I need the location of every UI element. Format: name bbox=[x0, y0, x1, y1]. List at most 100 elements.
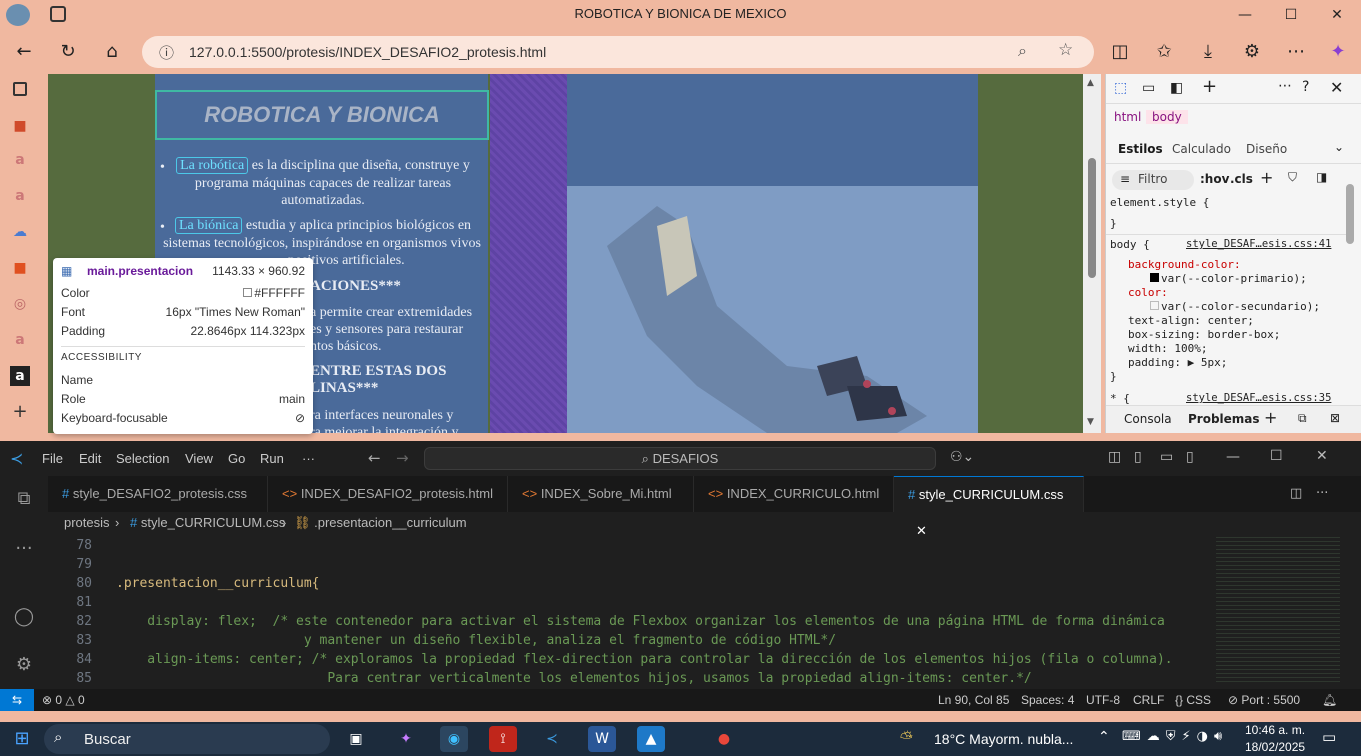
tab-style-desafio2[interactable]: # style_DESAFIO2_protesis.css bbox=[48, 476, 268, 512]
more-icon[interactable]: ⋯ bbox=[1282, 38, 1310, 66]
console-tab[interactable]: Consola bbox=[1124, 412, 1172, 426]
cls-toggle[interactable]: .cls bbox=[1230, 172, 1253, 186]
color-swatch-black[interactable] bbox=[1150, 273, 1159, 282]
code-editor[interactable]: 78 79 80 81 82 83 84 85 .presentacion__c… bbox=[48, 534, 1361, 685]
page-scrollbar[interactable]: ▲ ▼ bbox=[1083, 74, 1101, 433]
scroll-down-icon[interactable]: ▼ bbox=[1087, 417, 1094, 427]
url-text[interactable]: 127.0.0.1:5500/protesis/INDEX_DESAFIO2_p… bbox=[189, 44, 546, 60]
taskbar-search[interactable]: ⌕ Buscar bbox=[44, 724, 330, 754]
address-bar[interactable]: ⓘ 127.0.0.1:5500/protesis/INDEX_DESAFIO2… bbox=[142, 36, 1094, 68]
word-icon[interactable]: W bbox=[588, 726, 616, 752]
close-drawer-icon[interactable]: ⊠ bbox=[1330, 411, 1340, 425]
indentation[interactable]: Spaces: 4 bbox=[1021, 693, 1074, 707]
clock-time[interactable]: 10:46 a. m. bbox=[1245, 723, 1305, 737]
menu-file[interactable]: File bbox=[42, 451, 63, 466]
nav-back-icon[interactable]: ← bbox=[368, 449, 381, 467]
copilot-app-icon[interactable]: ✦ bbox=[392, 726, 420, 752]
add-rule-icon[interactable]: + bbox=[1260, 168, 1273, 187]
breadcrumb-folder[interactable]: protesis bbox=[64, 515, 110, 530]
toggle-panel-icon[interactable]: ▭ bbox=[1160, 449, 1173, 465]
clock-date[interactable]: 18/02/2025 bbox=[1245, 740, 1305, 754]
minimize-button[interactable]: — bbox=[1222, 0, 1268, 30]
office-icon[interactable]: ■ bbox=[10, 258, 30, 278]
downloads-icon[interactable]: ⤓ bbox=[1194, 38, 1222, 66]
amazon-dark-icon[interactable]: a bbox=[10, 366, 30, 386]
circle-app-icon[interactable]: ◎ bbox=[10, 294, 30, 314]
robotics-link[interactable]: La robótica bbox=[176, 157, 249, 174]
more-actions-icon[interactable]: ··· bbox=[1316, 486, 1328, 501]
add-panel-icon[interactable]: + bbox=[1202, 76, 1217, 97]
devtools-icon[interactable]: ⚙ bbox=[1238, 38, 1266, 66]
tab-actions-icon[interactable] bbox=[13, 82, 27, 96]
copilot-icon[interactable]: ✦ bbox=[1324, 38, 1352, 66]
body-source-link[interactable]: style_DESAF…esis.css:41 bbox=[1186, 238, 1331, 250]
scroll-thumb[interactable] bbox=[1088, 158, 1096, 278]
cloud-icon[interactable]: ☁ bbox=[10, 222, 30, 242]
add-icon[interactable]: + bbox=[10, 402, 30, 422]
amazon-icon[interactable]: a bbox=[10, 330, 30, 350]
menu-more[interactable]: ··· bbox=[302, 451, 315, 466]
maximize-button[interactable]: ☐ bbox=[1268, 0, 1314, 30]
close-button[interactable]: ✕ bbox=[1314, 0, 1360, 30]
menu-edit[interactable]: Edit bbox=[79, 451, 101, 466]
favorite-icon[interactable]: ☆ bbox=[1058, 40, 1073, 60]
panel-icon[interactable]: ◧ bbox=[1170, 80, 1183, 96]
zoom-icon[interactable]: ⌕ bbox=[1018, 41, 1027, 61]
more-views-icon[interactable]: ··· bbox=[12, 538, 36, 562]
tab-index-desafio2[interactable]: <> INDEX_DESAFIO2_protesis.html bbox=[268, 476, 508, 512]
chrome-icon[interactable]: ● bbox=[710, 726, 738, 752]
cursor-position[interactable]: Ln 90, Col 85 bbox=[938, 693, 1009, 707]
amazon-icon[interactable]: a bbox=[10, 186, 30, 206]
inspect-icon[interactable]: ⬚ bbox=[1114, 80, 1127, 96]
live-server-port[interactable]: ⊘ Port : 5500 bbox=[1228, 693, 1300, 707]
menu-run[interactable]: Run bbox=[260, 451, 284, 466]
hov-toggle[interactable]: :hov bbox=[1200, 172, 1229, 186]
close-button[interactable]: ✕ bbox=[1316, 448, 1328, 464]
menu-view[interactable]: View bbox=[185, 451, 213, 466]
notifications-icon[interactable]: 🔔︎ bbox=[1322, 693, 1337, 707]
tab-index-curriculo[interactable]: <> INDEX_CURRICULO.html bbox=[694, 476, 894, 512]
minimize-button[interactable]: — bbox=[1226, 449, 1240, 465]
weather-icon[interactable]: ⛅︎ bbox=[900, 728, 913, 748]
notification-center-icon[interactable]: ▭ bbox=[1322, 728, 1336, 746]
color-swatch-white[interactable] bbox=[1150, 301, 1159, 310]
breadcrumb-file[interactable]: # style_CURRICULUM.css bbox=[130, 515, 285, 530]
scroll-up-icon[interactable]: ▲ bbox=[1087, 78, 1094, 88]
start-icon[interactable]: ⊞ bbox=[8, 726, 36, 752]
tray-icons[interactable]: ⌨☁⛨⚡◑🔊︎ bbox=[1122, 729, 1228, 744]
sidebar-toggle-icon[interactable]: ◨ bbox=[1316, 170, 1327, 184]
remote-icon[interactable]: ⇆ bbox=[0, 689, 34, 711]
amazon-icon[interactable]: a bbox=[10, 150, 30, 170]
problems-tab[interactable]: Problemas bbox=[1188, 412, 1260, 426]
command-center-search[interactable]: ⌕ DESAFIOS bbox=[424, 447, 936, 470]
close-devtools-icon[interactable]: ✕ bbox=[1330, 78, 1343, 97]
bionics-link[interactable]: La biónica bbox=[174, 217, 243, 234]
toggle-sidebar-icon[interactable]: ▯ bbox=[1134, 449, 1142, 465]
crumb-body[interactable]: body bbox=[1146, 110, 1188, 124]
tab-computed[interactable]: Calculado bbox=[1172, 142, 1231, 156]
gear-icon[interactable]: ⚙ bbox=[12, 654, 36, 678]
tab-layout[interactable]: Diseño bbox=[1246, 142, 1287, 156]
language-mode[interactable]: {} CSS bbox=[1175, 693, 1211, 707]
favorites-icon[interactable]: ✩ bbox=[1150, 38, 1178, 66]
vscode-taskbar-icon[interactable]: ≺ bbox=[538, 726, 566, 752]
minimap[interactable] bbox=[1216, 534, 1340, 685]
photos-icon[interactable]: ▲ bbox=[637, 726, 665, 752]
add-tab-icon[interactable]: + bbox=[1264, 408, 1277, 427]
explorer-icon[interactable]: ⧉ bbox=[12, 488, 36, 512]
tab-style-curriculum[interactable]: # style_CURRICULUM.css ✕ bbox=[894, 476, 1084, 538]
home-icon[interactable]: ⌂ bbox=[98, 38, 126, 66]
account-icon[interactable]: ◯ bbox=[12, 606, 36, 630]
eol[interactable]: CRLF bbox=[1133, 693, 1164, 707]
devtools-scrollbar[interactable] bbox=[1346, 184, 1354, 244]
more-icon[interactable]: ⋯ bbox=[1278, 78, 1292, 94]
nav-forward-icon[interactable]: → bbox=[396, 449, 409, 467]
copilot-icon[interactable]: ⚇⌄ bbox=[950, 449, 974, 465]
menu-go[interactable]: Go bbox=[228, 451, 245, 466]
tray-chevron-icon[interactable]: ⌃ bbox=[1098, 729, 1110, 745]
device-icon[interactable]: ▭ bbox=[1142, 80, 1155, 96]
chevron-down-icon[interactable]: ⌄ bbox=[1334, 140, 1344, 154]
tab-index-sobre-mi[interactable]: <> INDEX_Sobre_Mi.html bbox=[508, 476, 694, 512]
app-icon[interactable]: ■ bbox=[10, 116, 30, 136]
refresh-icon[interactable]: ↻ bbox=[54, 38, 82, 66]
